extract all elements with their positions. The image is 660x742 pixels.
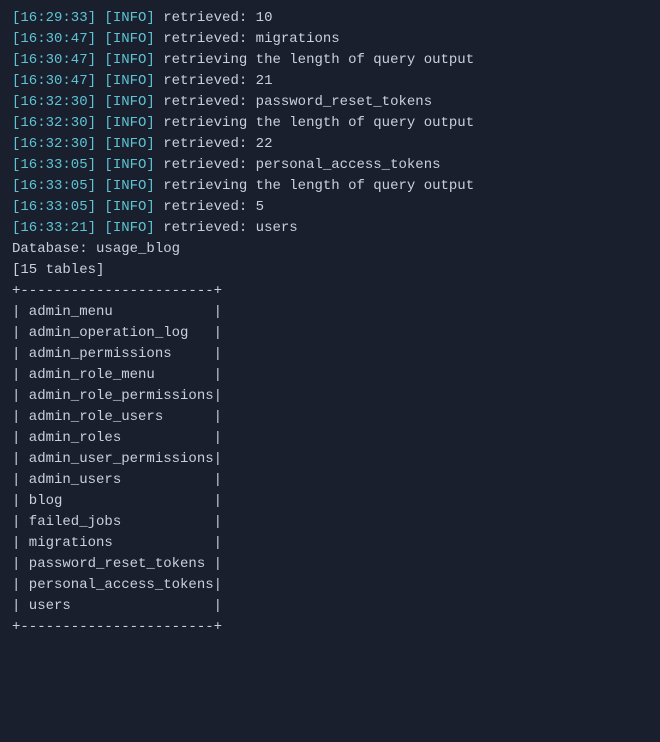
log-level: [INFO]: [104, 29, 154, 50]
log-message: retrieved: personal_access_tokens: [155, 155, 441, 176]
table-row: | failed_jobs |: [12, 512, 648, 533]
table-row: | admin_role_users |: [12, 407, 648, 428]
log-message: retrieving the length of query output: [155, 113, 474, 134]
log-level: [INFO]: [104, 50, 154, 71]
table-row: | users |: [12, 596, 648, 617]
table-row: | admin_roles |: [12, 428, 648, 449]
log-message: retrieved: 5: [155, 197, 264, 218]
log-level: [INFO]: [104, 92, 154, 113]
log-timestamp: [16:33:21]: [12, 218, 104, 239]
db-name-line: Database: usage_blog: [12, 239, 648, 260]
tables-count-line: [15 tables]: [12, 260, 648, 281]
log-line: [16:33:05] [INFO] retrieved: 5: [12, 197, 648, 218]
terminal-window: [16:29:33] [INFO] retrieved: 10[16:30:47…: [0, 0, 660, 742]
log-timestamp: [16:32:30]: [12, 134, 104, 155]
log-level: [INFO]: [104, 218, 154, 239]
log-timestamp: [16:32:30]: [12, 92, 104, 113]
table-bottom-border: +-----------------------+: [12, 617, 648, 638]
table-top-border: +-----------------------+: [12, 281, 648, 302]
log-message: retrieved: 22: [155, 134, 273, 155]
table-row: | blog |: [12, 491, 648, 512]
table-row: | password_reset_tokens |: [12, 554, 648, 575]
table-row: | admin_role_menu |: [12, 365, 648, 386]
table-row: | migrations |: [12, 533, 648, 554]
log-line: [16:30:47] [INFO] retrieving the length …: [12, 50, 648, 71]
log-message: retrieved: migrations: [155, 29, 340, 50]
log-timestamp: [16:30:47]: [12, 71, 104, 92]
log-timestamp: [16:33:05]: [12, 176, 104, 197]
log-timestamp: [16:29:33]: [12, 8, 104, 29]
log-line: [16:33:05] [INFO] retrieving the length …: [12, 176, 648, 197]
table-row: | admin_permissions |: [12, 344, 648, 365]
table-row: | personal_access_tokens|: [12, 575, 648, 596]
log-level: [INFO]: [104, 197, 154, 218]
log-line: [16:33:21] [INFO] retrieved: users: [12, 218, 648, 239]
log-timestamp: [16:30:47]: [12, 50, 104, 71]
log-level: [INFO]: [104, 155, 154, 176]
log-message: retrieved: password_reset_tokens: [155, 92, 432, 113]
log-line: [16:32:30] [INFO] retrieving the length …: [12, 113, 648, 134]
table-row: | admin_user_permissions|: [12, 449, 648, 470]
log-line: [16:32:30] [INFO] retrieved: 22: [12, 134, 648, 155]
log-line: [16:33:05] [INFO] retrieved: personal_ac…: [12, 155, 648, 176]
log-timestamp: [16:32:30]: [12, 113, 104, 134]
log-level: [INFO]: [104, 113, 154, 134]
table-row: | admin_operation_log |: [12, 323, 648, 344]
log-level: [INFO]: [104, 71, 154, 92]
log-line: [16:30:47] [INFO] retrieved: migrations: [12, 29, 648, 50]
log-level: [INFO]: [104, 134, 154, 155]
log-line: [16:32:30] [INFO] retrieved: password_re…: [12, 92, 648, 113]
log-message: retrieved: users: [155, 218, 298, 239]
table-row: | admin_menu |: [12, 302, 648, 323]
table-row: | admin_users |: [12, 470, 648, 491]
log-message: retrieved: 21: [155, 71, 273, 92]
log-line: [16:30:47] [INFO] retrieved: 21: [12, 71, 648, 92]
log-timestamp: [16:33:05]: [12, 155, 104, 176]
log-level: [INFO]: [104, 176, 154, 197]
log-line: [16:29:33] [INFO] retrieved: 10: [12, 8, 648, 29]
log-timestamp: [16:30:47]: [12, 29, 104, 50]
log-message: retrieving the length of query output: [155, 176, 474, 197]
table-row: | admin_role_permissions|: [12, 386, 648, 407]
log-message: retrieved: 10: [155, 8, 273, 29]
log-message: retrieving the length of query output: [155, 50, 474, 71]
log-timestamp: [16:33:05]: [12, 197, 104, 218]
log-level: [INFO]: [104, 8, 154, 29]
